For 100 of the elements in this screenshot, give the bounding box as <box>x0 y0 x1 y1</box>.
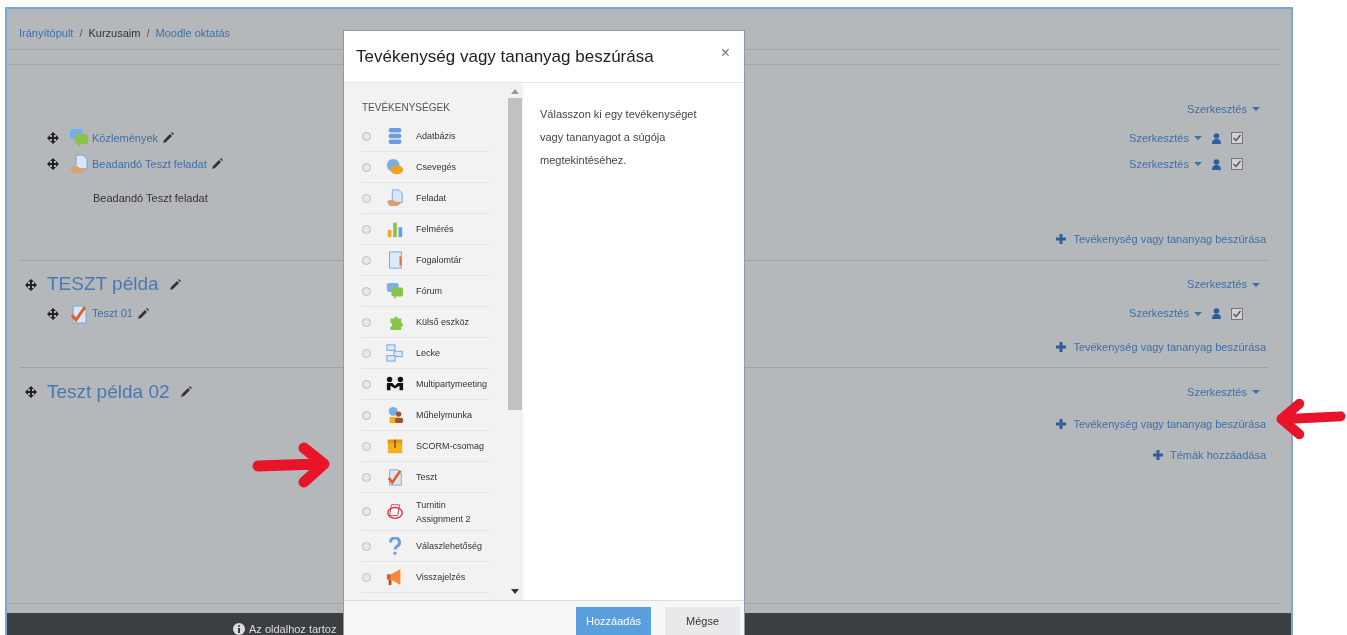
hand-document-icon <box>386 189 404 207</box>
option-label: Lecke <box>416 347 442 360</box>
breadcrumb-link[interactable]: Irányítópult <box>19 24 74 42</box>
activity-option[interactable]: Külső eszköz <box>362 307 490 338</box>
radio-button[interactable] <box>362 317 371 327</box>
pencil-icon <box>210 158 223 170</box>
caret-icon <box>1252 390 1260 394</box>
option-label: Külső eszköz <box>416 316 471 329</box>
radio-button[interactable] <box>362 193 371 203</box>
activity-option[interactable]: Teszt <box>362 462 490 493</box>
radio-button[interactable] <box>362 162 371 172</box>
plus-icon <box>1056 419 1067 430</box>
add-button[interactable]: Hozzáadás <box>576 607 651 635</box>
move-icon <box>47 158 59 170</box>
activity-description: Beadandó Teszt feladat <box>93 192 208 204</box>
chat-bubbles-icon <box>386 158 404 176</box>
right-arrow-icon <box>252 442 330 488</box>
option-label: Csevegés <box>416 161 458 174</box>
activity-option[interactable]: Visszajelzés <box>362 562 490 593</box>
activity-option[interactable]: Fogalomtár <box>362 245 490 276</box>
activity-option[interactable]: Lecke <box>362 338 490 369</box>
checkmark-document-icon <box>386 468 404 486</box>
activity-option[interactable]: Adatbázis <box>362 121 490 152</box>
radio-button[interactable] <box>362 472 371 482</box>
breadcrumb-link[interactable]: Moodle oktatás <box>155 24 231 42</box>
person-icon <box>1212 308 1221 319</box>
radio-button[interactable] <box>362 441 371 451</box>
radio-button[interactable] <box>362 410 371 420</box>
activity-option[interactable]: SCORM-csomag <box>362 431 490 462</box>
activity-link[interactable]: Közlemények <box>92 129 159 147</box>
radio-button[interactable] <box>362 131 371 141</box>
radio-button[interactable] <box>362 348 371 358</box>
bar-chart-icon <box>386 220 404 238</box>
category-heading: TEVÉKENYSÉGEK <box>362 100 451 115</box>
checkbox-icon <box>1231 158 1243 170</box>
activity-link[interactable]: Beadandó Teszt feladat <box>92 155 207 173</box>
add-activity-link[interactable]: Tevékenység vagy tananyag beszúrása <box>1056 231 1266 248</box>
plus-icon <box>1153 449 1163 460</box>
activity-option[interactable]: Turnitin Assignment 2 <box>362 493 490 531</box>
option-label: Felmérés <box>416 223 455 236</box>
radio-button[interactable] <box>362 572 371 582</box>
option-label: SCORM-csomag <box>416 440 485 453</box>
option-label: Multipartymeeting <box>416 378 489 391</box>
speech-bubbles-icon <box>69 128 89 148</box>
edit-menu[interactable]: Szerkesztés <box>1129 129 1202 147</box>
pencil-icon <box>168 278 181 291</box>
database-icon <box>386 127 404 145</box>
add-activity-link[interactable]: Tevékenység vagy tananyag beszúrása <box>1056 338 1266 355</box>
close-button[interactable]: × <box>720 44 730 61</box>
activity-option[interactable]: Válaszlehetőség <box>362 531 490 562</box>
edit-menu[interactable]: Szerkesztés <box>1129 305 1202 322</box>
modal-title: Tevékenység vagy tananyag beszúrása <box>356 45 654 68</box>
activity-option[interactable]: Felmérés <box>362 214 490 245</box>
plus-icon <box>1056 234 1067 245</box>
pencil-icon <box>136 307 149 320</box>
scrollbar-thumb[interactable] <box>508 98 522 410</box>
left-arrow-icon <box>1276 397 1346 441</box>
plus-icon <box>1056 341 1067 352</box>
move-icon <box>25 386 37 398</box>
edit-menu[interactable]: Szerkesztés <box>1187 276 1260 293</box>
document-swirl-icon <box>386 502 404 521</box>
radio-button[interactable] <box>362 379 371 389</box>
activity-link[interactable]: Teszt 01 <box>92 305 133 322</box>
hand-document-icon <box>69 154 89 174</box>
move-icon <box>47 132 59 144</box>
radio-button[interactable] <box>362 541 371 551</box>
caret-icon <box>1252 282 1260 287</box>
add-activity-link[interactable]: Tevékenység vagy tananyag beszúrása <box>1056 416 1266 433</box>
checkbox-icon <box>1231 307 1243 320</box>
activity-option[interactable]: Feladat <box>362 183 490 214</box>
edit-menu[interactable]: Szerkesztés <box>1129 155 1202 173</box>
radio-button[interactable] <box>362 286 371 296</box>
activity-option[interactable]: Csevegés <box>362 152 490 183</box>
section-title: Teszt példa 02 <box>47 379 170 404</box>
move-icon <box>25 278 37 291</box>
breadcrumb-item: Kurzusaim <box>88 25 141 41</box>
scroll-up-icon <box>511 89 519 94</box>
package-icon <box>386 437 404 455</box>
radio-button[interactable] <box>362 224 371 234</box>
activity-option[interactable]: Multipartymeeting <box>362 369 490 400</box>
radio-button[interactable] <box>362 507 371 516</box>
option-label: Turnitin Assignment 2 <box>416 498 472 526</box>
edit-menu[interactable]: Szerkesztés <box>1187 383 1260 401</box>
radio-button[interactable] <box>362 255 371 265</box>
activity-option[interactable]: Műhelymunka <box>362 400 490 431</box>
help-text: Válasszon ki egy tevékenységet vagy tananyagot a súgója megtekintéséhez. <box>540 107 698 168</box>
caret-icon <box>1194 311 1202 316</box>
activity-option[interactable]: Fórum <box>362 276 490 307</box>
scroll-down-icon <box>511 589 519 594</box>
option-label: Visszajelzés <box>416 571 467 584</box>
option-label: Adatbázis <box>416 130 457 143</box>
add-topics-link[interactable]: Témák hozzáadása <box>1153 446 1266 463</box>
person-icon <box>1212 158 1221 170</box>
checkmark-document-icon <box>69 303 89 324</box>
edit-menu[interactable]: Szerkesztés <box>1187 100 1260 118</box>
breadcrumb-separator: / <box>79 25 83 41</box>
cancel-button[interactable]: Mégse <box>665 607 740 635</box>
book-icon <box>386 251 404 269</box>
option-label: Válaszlehetőség <box>416 540 484 553</box>
handshake-people-icon <box>386 375 404 393</box>
